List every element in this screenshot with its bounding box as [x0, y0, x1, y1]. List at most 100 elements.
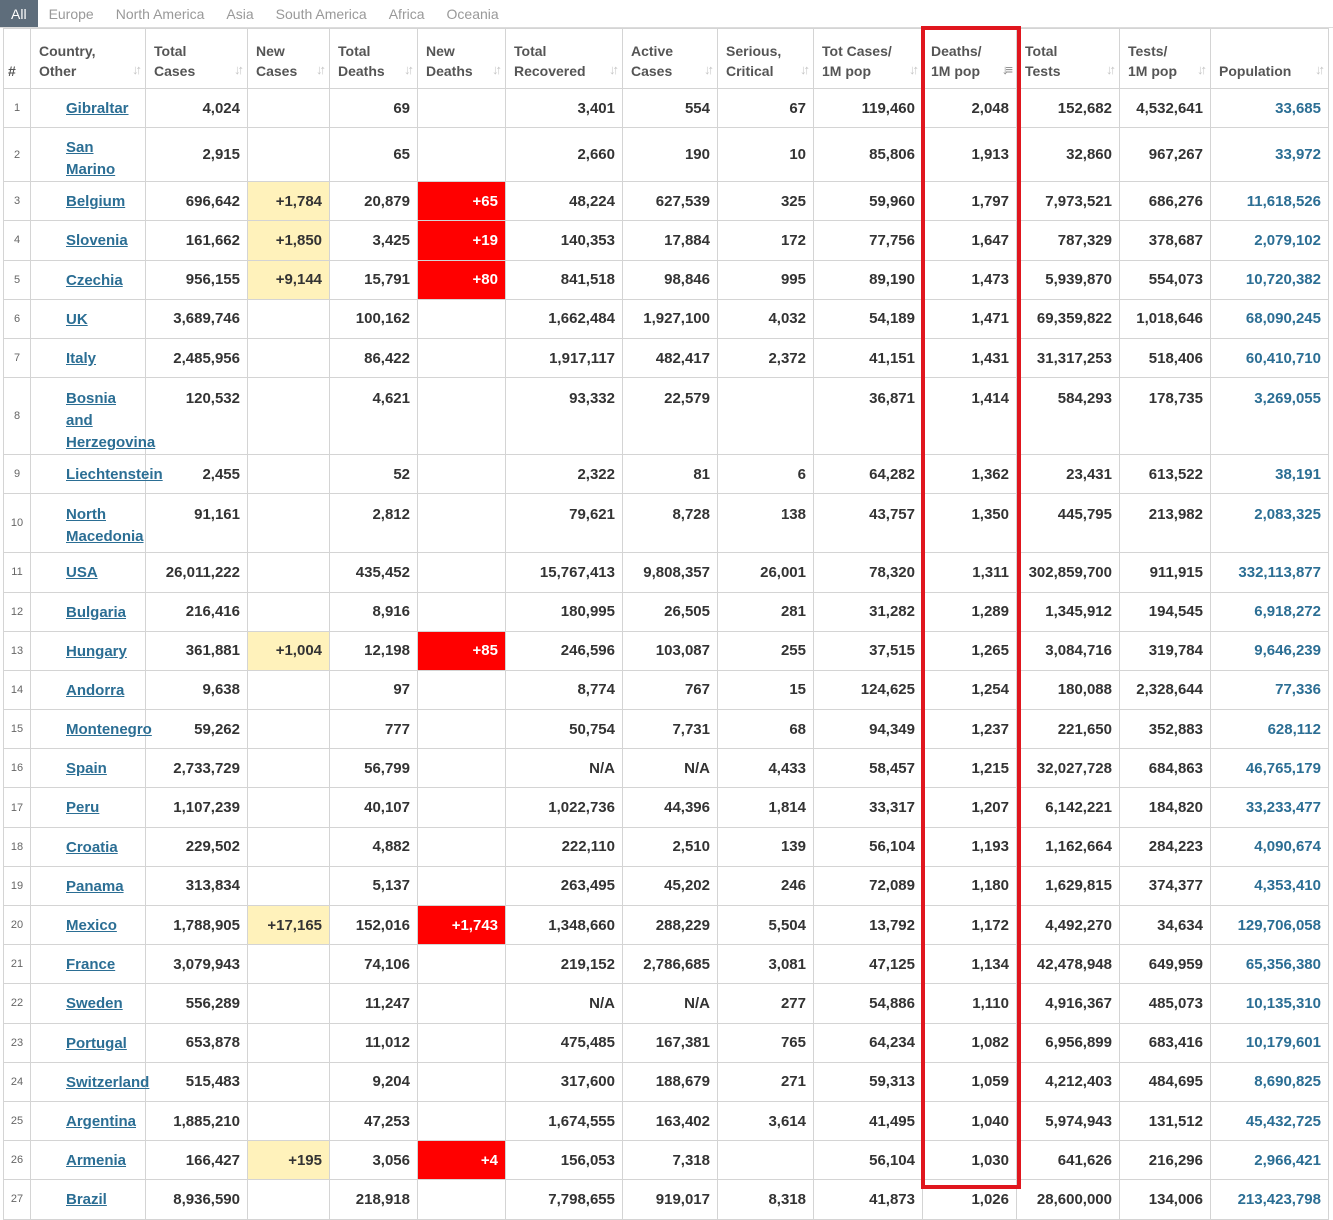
column-header-label: Country, Other	[39, 43, 96, 79]
country-link[interactable]: Italy	[66, 350, 96, 367]
column-header-active-cases[interactable]: Active Cases ↓↑	[622, 28, 718, 89]
country-link[interactable]: Armenia	[66, 1152, 126, 1169]
cell-tests-per-m: 213,982	[1119, 493, 1211, 554]
cell-total-tests: 180,088	[1016, 669, 1120, 711]
cell-country: Mexico	[30, 904, 146, 946]
cell-new-deaths	[417, 454, 506, 495]
cell-total-cases: 1,885,210	[145, 1100, 248, 1142]
column-header-cases-per-m[interactable]: Tot Cases/ 1M pop ↓↑	[813, 28, 923, 89]
column-header-country[interactable]: Country, Other ↓↑	[30, 28, 146, 89]
cell-total-tests: 32,860	[1016, 127, 1120, 183]
country-link[interactable]: UK	[66, 311, 88, 328]
country-link[interactable]: Peru	[66, 799, 99, 816]
cell-total-recovered: 156,053	[505, 1140, 623, 1181]
country-link[interactable]: Sweden	[66, 995, 123, 1012]
country-link[interactable]: North Macedonia	[66, 506, 144, 545]
cell-deaths-per-m: 1,265	[922, 630, 1017, 671]
country-link[interactable]: France	[66, 956, 115, 973]
tab-north-america[interactable]: North America	[105, 0, 216, 27]
sort-arrows-icon[interactable]: ↓↑	[316, 60, 326, 80]
cell-total-deaths: 11,012	[329, 1022, 418, 1063]
column-header-total-recovered[interactable]: Total Recovered ↓↑	[505, 28, 623, 89]
column-header-new-cases[interactable]: New Cases ↓↑	[247, 28, 330, 89]
country-link[interactable]: Bosnia and Herzegovina	[66, 390, 155, 451]
cell-new-cases: +195	[247, 1140, 330, 1181]
country-link[interactable]: Brazil	[66, 1191, 107, 1208]
country-link[interactable]: Portugal	[66, 1035, 127, 1052]
tab-africa[interactable]: Africa	[378, 0, 436, 27]
cell-serious: 15	[717, 669, 814, 711]
sort-arrows-icon[interactable]: ↓↑	[1106, 60, 1116, 80]
country-link[interactable]: Czechia	[66, 272, 123, 289]
cell-total-recovered: 263,495	[505, 865, 623, 907]
sort-arrows-icon[interactable]: ↓↑	[704, 60, 714, 80]
sort-descending-icon[interactable]: ↓≡	[1002, 60, 1013, 80]
country-link[interactable]: Montenegro	[66, 721, 152, 738]
table-row: 19 Panama 313,834 5,137 263,495 45,202 246 72,0…	[3, 865, 1329, 907]
cell-active-cases: N/A	[622, 983, 718, 1024]
column-header-serious[interactable]: Serious, Critical ↓↑	[717, 28, 814, 89]
tab-all[interactable]: All	[0, 0, 38, 27]
cell-tests-per-m: 2,328,644	[1119, 669, 1211, 711]
cell-active-cases: 288,229	[622, 904, 718, 946]
tab-oceania[interactable]: Oceania	[436, 0, 510, 27]
country-link[interactable]: Switzerland	[66, 1074, 149, 1091]
population-value: 10,720,382	[1245, 271, 1321, 289]
sort-arrows-icon[interactable]: ↓↑	[132, 60, 142, 80]
country-link[interactable]: Bulgaria	[66, 604, 126, 621]
sort-arrows-icon[interactable]: ↓↑	[492, 60, 502, 80]
country-link[interactable]: Belgium	[66, 193, 125, 210]
cell-total-tests: 1,629,815	[1016, 865, 1120, 907]
country-link[interactable]: Slovenia	[66, 232, 128, 249]
column-header-label: Population	[1219, 63, 1292, 79]
column-header-deaths-per-m[interactable]: Deaths/ 1M pop ↓≡	[922, 28, 1017, 89]
sort-arrows-icon[interactable]: ↓↑	[1197, 60, 1207, 80]
cell-serious: 3,081	[717, 944, 814, 985]
sort-arrows-icon[interactable]: ↓↑	[609, 60, 619, 80]
column-header-label: Total Deaths	[338, 43, 385, 79]
country-link[interactable]: Liechtenstein	[66, 466, 163, 483]
country-link[interactable]: Andorra	[66, 682, 124, 699]
tab-south-america[interactable]: South America	[265, 0, 378, 27]
country-link[interactable]: Hungary	[66, 643, 127, 660]
sort-arrows-icon[interactable]: ↓↑	[234, 60, 244, 80]
sort-arrows-icon[interactable]: ↓↑	[909, 60, 919, 80]
cell-total-deaths: 15,791	[329, 259, 418, 300]
cell-total-deaths: 52	[329, 454, 418, 495]
country-link[interactable]: Panama	[66, 878, 124, 895]
cell-total-deaths: 4,882	[329, 826, 418, 867]
sort-arrows-icon[interactable]: ↓↑	[404, 60, 414, 80]
cell-total-recovered: 3,401	[505, 87, 623, 129]
country-link[interactable]: Spain	[66, 760, 107, 777]
tab-asia[interactable]: Asia	[215, 0, 264, 27]
population-value: 9,646,239	[1254, 642, 1321, 660]
cell-population: 129,706,058	[1210, 904, 1329, 946]
cell-population: 6,918,272	[1210, 591, 1329, 632]
column-header-tests-per-m[interactable]: Tests/ 1M pop ↓↑	[1119, 28, 1211, 89]
country-link[interactable]: USA	[66, 564, 98, 581]
sort-arrows-icon[interactable]: ↓↑	[800, 60, 810, 80]
country-link[interactable]: Mexico	[66, 917, 117, 934]
column-header-idx[interactable]: #	[3, 28, 31, 89]
column-header-population[interactable]: Population ↓↑	[1210, 28, 1329, 89]
tab-europe[interactable]: Europe	[38, 0, 105, 27]
cell-tests-per-m: 518,406	[1119, 337, 1211, 379]
sort-arrows-icon[interactable]: ↓↑	[1315, 60, 1325, 80]
cell-idx: 7	[3, 337, 31, 379]
column-header-total-tests[interactable]: Total Tests ↓↑	[1016, 28, 1120, 89]
cell-active-cases: 163,402	[622, 1100, 718, 1142]
column-header-new-deaths[interactable]: New Deaths ↓↑	[417, 28, 506, 89]
cell-new-deaths	[417, 591, 506, 632]
cell-serious: 277	[717, 983, 814, 1024]
cell-cases-per-m: 56,104	[813, 826, 923, 867]
country-link[interactable]: Argentina	[66, 1113, 136, 1130]
cell-population: 33,972	[1210, 127, 1329, 183]
country-link[interactable]: Gibraltar	[66, 100, 129, 117]
country-link[interactable]: San Marino	[66, 139, 115, 178]
cell-serious: 325	[717, 181, 814, 222]
column-header-total-deaths[interactable]: Total Deaths ↓↑	[329, 28, 418, 89]
column-header-total-cases[interactable]: Total Cases ↓↑	[145, 28, 248, 89]
cell-new-deaths	[417, 493, 506, 554]
cell-active-cases: 81	[622, 454, 718, 495]
country-link[interactable]: Croatia	[66, 839, 118, 856]
